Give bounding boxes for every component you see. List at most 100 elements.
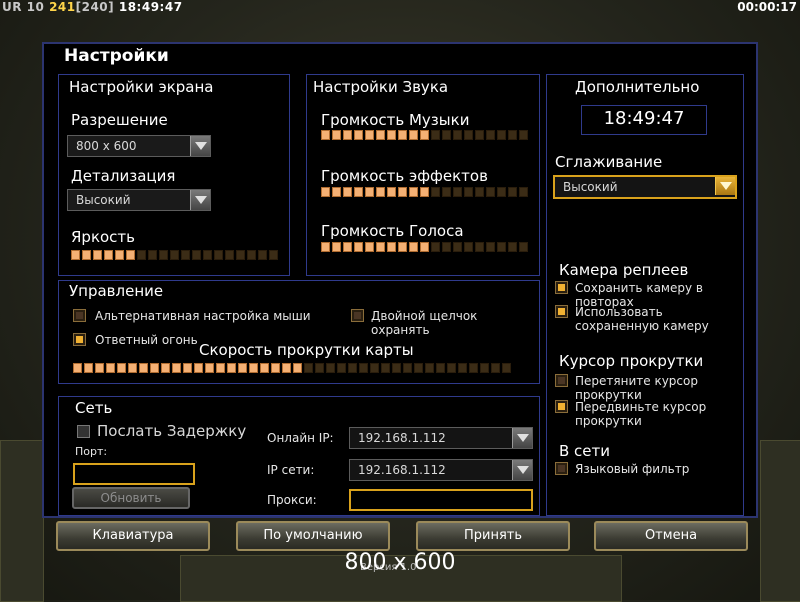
move-cursor-checkbox[interactable] bbox=[555, 400, 568, 413]
slider-segment[interactable] bbox=[497, 187, 506, 197]
slider-segment[interactable] bbox=[442, 187, 451, 197]
slider-segment[interactable] bbox=[337, 363, 346, 373]
slider-segment[interactable] bbox=[453, 242, 462, 252]
slider-segment[interactable] bbox=[464, 242, 473, 252]
slider-segment[interactable] bbox=[398, 242, 407, 252]
slider-segment[interactable] bbox=[183, 363, 192, 373]
slider-segment[interactable] bbox=[497, 242, 506, 252]
slider-segment[interactable] bbox=[236, 250, 245, 260]
slider-segment[interactable] bbox=[260, 363, 269, 373]
slider-segment[interactable] bbox=[409, 130, 418, 140]
slider-segment[interactable] bbox=[354, 187, 363, 197]
keyboard-button[interactable]: Клавиатура bbox=[56, 521, 210, 551]
chevron-down-icon[interactable] bbox=[512, 460, 532, 480]
slider-segment[interactable] bbox=[332, 242, 341, 252]
slider-segment[interactable] bbox=[365, 187, 374, 197]
slider-segment[interactable] bbox=[431, 130, 440, 140]
slider-segment[interactable] bbox=[354, 130, 363, 140]
slider-segment[interactable] bbox=[258, 250, 267, 260]
slider-segment[interactable] bbox=[420, 242, 429, 252]
slider-segment[interactable] bbox=[192, 250, 201, 260]
slider-segment[interactable] bbox=[332, 130, 341, 140]
refresh-button[interactable]: Обновить bbox=[72, 487, 190, 509]
scroll-speed-slider[interactable] bbox=[73, 363, 511, 373]
slider-segment[interactable] bbox=[225, 250, 234, 260]
slider-segment[interactable] bbox=[238, 363, 247, 373]
slider-segment[interactable] bbox=[293, 363, 302, 373]
slider-segment[interactable] bbox=[508, 187, 517, 197]
slider-segment[interactable] bbox=[464, 187, 473, 197]
slider-segment[interactable] bbox=[480, 363, 489, 373]
slider-segment[interactable] bbox=[95, 363, 104, 373]
slider-segment[interactable] bbox=[519, 242, 528, 252]
slider-segment[interactable] bbox=[475, 187, 484, 197]
slider-segment[interactable] bbox=[73, 363, 82, 373]
chevron-down-icon[interactable] bbox=[190, 190, 210, 210]
slider-segment[interactable] bbox=[491, 363, 500, 373]
slider-segment[interactable] bbox=[205, 363, 214, 373]
slider-segment[interactable] bbox=[343, 242, 352, 252]
slider-segment[interactable] bbox=[170, 250, 179, 260]
slider-segment[interactable] bbox=[282, 363, 291, 373]
slider-segment[interactable] bbox=[227, 363, 236, 373]
slider-segment[interactable] bbox=[269, 250, 278, 260]
music-volume-slider[interactable] bbox=[321, 130, 528, 140]
slider-segment[interactable] bbox=[106, 363, 115, 373]
chevron-down-icon[interactable] bbox=[715, 177, 735, 195]
slider-segment[interactable] bbox=[84, 363, 93, 373]
slider-segment[interactable] bbox=[137, 250, 146, 260]
cancel-button[interactable]: Отмена bbox=[594, 521, 748, 551]
resolution-dropdown[interactable]: 800 x 600 bbox=[67, 135, 211, 157]
send-delay-checkbox[interactable] bbox=[77, 425, 90, 438]
slider-segment[interactable] bbox=[128, 363, 137, 373]
slider-segment[interactable] bbox=[370, 363, 379, 373]
slider-segment[interactable] bbox=[82, 250, 91, 260]
lan-ip-dropdown[interactable]: 192.168.1.112 bbox=[349, 459, 533, 481]
slider-segment[interactable] bbox=[348, 363, 357, 373]
slider-segment[interactable] bbox=[486, 242, 495, 252]
proxy-input[interactable] bbox=[349, 489, 533, 511]
slider-segment[interactable] bbox=[464, 130, 473, 140]
slider-segment[interactable] bbox=[161, 363, 170, 373]
slider-segment[interactable] bbox=[425, 363, 434, 373]
slider-segment[interactable] bbox=[203, 250, 212, 260]
slider-segment[interactable] bbox=[139, 363, 148, 373]
slider-segment[interactable] bbox=[453, 187, 462, 197]
slider-segment[interactable] bbox=[502, 363, 511, 373]
slider-segment[interactable] bbox=[321, 242, 330, 252]
defaults-button[interactable]: По умолчанию bbox=[236, 521, 390, 551]
slider-segment[interactable] bbox=[194, 363, 203, 373]
online-ip-dropdown[interactable]: 192.168.1.112 bbox=[349, 427, 533, 449]
slider-segment[interactable] bbox=[343, 130, 352, 140]
chevron-down-icon[interactable] bbox=[190, 136, 210, 156]
slider-segment[interactable] bbox=[354, 242, 363, 252]
slider-segment[interactable] bbox=[150, 363, 159, 373]
slider-segment[interactable] bbox=[249, 363, 258, 373]
slider-segment[interactable] bbox=[115, 250, 124, 260]
slider-segment[interactable] bbox=[431, 187, 440, 197]
slider-segment[interactable] bbox=[398, 187, 407, 197]
slider-segment[interactable] bbox=[315, 363, 324, 373]
slider-segment[interactable] bbox=[247, 250, 256, 260]
slider-segment[interactable] bbox=[376, 187, 385, 197]
slider-segment[interactable] bbox=[458, 363, 467, 373]
slider-segment[interactable] bbox=[475, 130, 484, 140]
antialiasing-dropdown[interactable]: Высокий bbox=[553, 175, 737, 199]
port-input[interactable] bbox=[73, 463, 195, 485]
slider-segment[interactable] bbox=[469, 363, 478, 373]
slider-segment[interactable] bbox=[159, 250, 168, 260]
language-filter-checkbox[interactable] bbox=[555, 462, 568, 475]
slider-segment[interactable] bbox=[172, 363, 181, 373]
slider-segment[interactable] bbox=[387, 242, 396, 252]
slider-segment[interactable] bbox=[442, 130, 451, 140]
slider-segment[interactable] bbox=[398, 130, 407, 140]
slider-segment[interactable] bbox=[271, 363, 280, 373]
slider-segment[interactable] bbox=[321, 130, 330, 140]
slider-segment[interactable] bbox=[475, 242, 484, 252]
slider-segment[interactable] bbox=[304, 363, 313, 373]
slider-segment[interactable] bbox=[359, 363, 368, 373]
slider-segment[interactable] bbox=[497, 130, 506, 140]
slider-segment[interactable] bbox=[343, 187, 352, 197]
brightness-slider[interactable] bbox=[71, 250, 278, 260]
slider-segment[interactable] bbox=[486, 130, 495, 140]
